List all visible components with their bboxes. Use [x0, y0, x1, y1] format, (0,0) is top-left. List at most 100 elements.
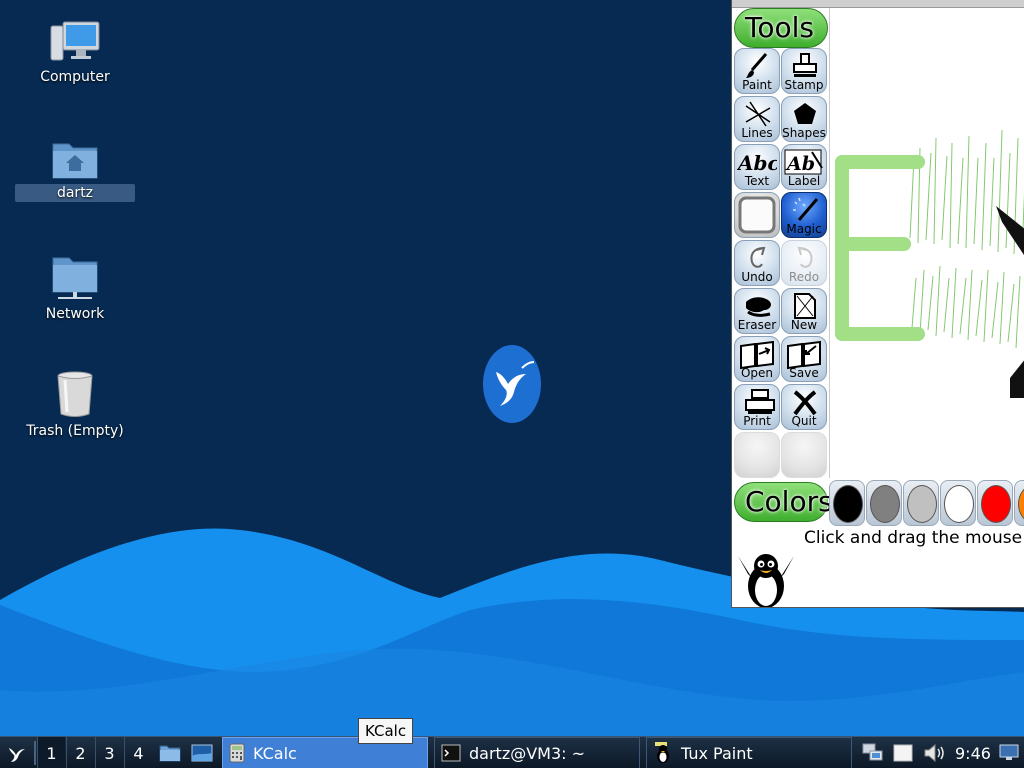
quicklaunch-file-manager[interactable]: [156, 737, 184, 768]
svg-text:Abc: Abc: [737, 151, 777, 175]
tool-quit[interactable]: Quit: [781, 384, 827, 430]
tool-undo[interactable]: Undo: [734, 240, 780, 286]
undo-icon: [750, 246, 766, 268]
lines-icon: [745, 101, 771, 127]
desktop-icon-network[interactable]: Network: [15, 255, 135, 323]
notes-tray-icon: [893, 744, 913, 762]
tool-save[interactable]: Save: [781, 336, 827, 382]
new-page-icon: [794, 293, 816, 319]
tool-label: New: [790, 318, 818, 332]
text-abc-icon: Abc: [737, 151, 777, 175]
calculator-icon: [229, 743, 245, 763]
terminal-icon: [441, 744, 461, 762]
tool-redo[interactable]: Redo: [781, 240, 827, 286]
desktop-icon-trash[interactable]: Trash (Empty): [15, 370, 135, 440]
home-folder-icon: [52, 143, 98, 179]
tool-label: Shapes: [782, 126, 826, 140]
tuxpaint-app-icon: [655, 742, 669, 763]
redo-icon: [797, 246, 813, 268]
tool-label: Undo: [741, 270, 773, 284]
tool-magic[interactable]: Magic: [781, 192, 827, 238]
file-manager-icon: [159, 745, 181, 762]
task-label: Tux Paint: [681, 743, 753, 763]
taskbar: 1 2 3 4 KCalc dartz@VM3: ~ Tux Paint 9:4…: [0, 736, 1024, 768]
tool-label: Label: [787, 174, 821, 188]
color-swatch-fill: [907, 485, 937, 523]
workspace-2[interactable]: 2: [66, 737, 94, 768]
quicklaunch-show-desktop[interactable]: [188, 737, 216, 768]
hummingbird-logo-icon: [483, 345, 541, 423]
tray-desktop-monitor[interactable]: [996, 737, 1022, 768]
tool-slot-empty: [734, 432, 780, 478]
printer-icon: [745, 389, 775, 414]
tool-label: Print: [743, 414, 771, 428]
paintbrush-icon: [746, 53, 768, 78]
tool-label: Stamp: [784, 78, 824, 92]
tool-label: Text: [744, 174, 770, 188]
hummingbird-start-icon: [9, 748, 25, 762]
color-swatch-white[interactable]: [940, 480, 976, 526]
tux-penguin-icon: [738, 554, 794, 607]
color-swatch-silver[interactable]: [903, 480, 939, 526]
colors-header: Colors: [734, 482, 833, 522]
label-abc-icon: Ab: [784, 149, 823, 175]
canvas-drawing: [835, 129, 1024, 398]
clock[interactable]: 9:46: [955, 737, 991, 768]
tool-label: Redo: [788, 270, 820, 284]
tray-network[interactable]: [860, 737, 886, 768]
window-top-edge: [732, 0, 1024, 8]
tool-label: Magic: [786, 222, 822, 236]
color-swatch-red[interactable]: [977, 480, 1013, 526]
tool-stamp[interactable]: Stamp: [781, 48, 827, 94]
tray-notes[interactable]: [890, 737, 916, 768]
tool-new[interactable]: New: [781, 288, 827, 334]
tool-shapes[interactable]: Shapes: [781, 96, 827, 142]
color-swatch-fill: [870, 485, 900, 523]
workspace-1[interactable]: 1: [37, 737, 65, 768]
desktop-icon-dartz[interactable]: dartz: [15, 138, 135, 202]
tool-label: Paint: [742, 78, 772, 92]
network-tray-icon: [862, 743, 883, 761]
workspace-4[interactable]: 4: [124, 737, 152, 768]
tool-blank[interactable]: [734, 192, 780, 238]
desktop-icon-label: Network: [45, 306, 105, 322]
tool-label: Quit: [791, 414, 817, 428]
tool-lines[interactable]: Lines: [734, 96, 780, 142]
pentagon-icon: [794, 103, 816, 124]
tool-paint[interactable]: Paint: [734, 48, 780, 94]
tool-open[interactable]: Open: [734, 336, 780, 382]
tool-label: Lines: [741, 126, 773, 140]
computer-icon: [50, 21, 100, 61]
color-swatch-fill: [833, 485, 863, 523]
color-swatch-gray[interactable]: [866, 480, 902, 526]
tuxpaint-window[interactable]: Tools Paint Stamp Lines Shapes Abc Text …: [731, 0, 1024, 608]
tool-label[interactable]: Ab Label: [781, 144, 827, 190]
show-desktop-icon: [191, 744, 213, 762]
desktop-icon-computer[interactable]: Computer: [15, 20, 135, 86]
desktop-icon-label: Trash (Empty): [26, 423, 124, 439]
tools-header: Tools: [734, 8, 828, 48]
tool-text[interactable]: Abc Text: [734, 144, 780, 190]
taskbar-separator: [34, 741, 36, 765]
start-menu-button[interactable]: [2, 737, 32, 768]
svg-text:Ab: Ab: [785, 153, 815, 175]
color-swatch-black[interactable]: [829, 480, 865, 526]
task-terminal[interactable]: dartz@VM3: ~: [434, 737, 640, 768]
color-swatch-fill: [981, 485, 1011, 523]
workspace-3[interactable]: 3: [95, 737, 123, 768]
network-folder-icon: [52, 257, 98, 299]
color-swatch-fill: [944, 485, 974, 523]
eraser-icon: [746, 297, 771, 317]
desktop-icon-label: Computer: [40, 69, 110, 85]
volume-icon: [924, 743, 944, 763]
tray-volume[interactable]: [922, 737, 948, 768]
blank-square-icon: [738, 196, 776, 234]
task-tuxpaint[interactable]: Tux Paint: [646, 737, 852, 768]
color-swatch-orange[interactable]: [1014, 480, 1024, 526]
taskbar-tooltip: KCalc: [358, 718, 414, 744]
stamp-icon: [793, 53, 817, 77]
drawing-canvas[interactable]: [829, 8, 1024, 478]
tool-label: Open: [740, 366, 774, 380]
tool-eraser[interactable]: Eraser: [734, 288, 780, 334]
tool-print[interactable]: Print: [734, 384, 780, 430]
